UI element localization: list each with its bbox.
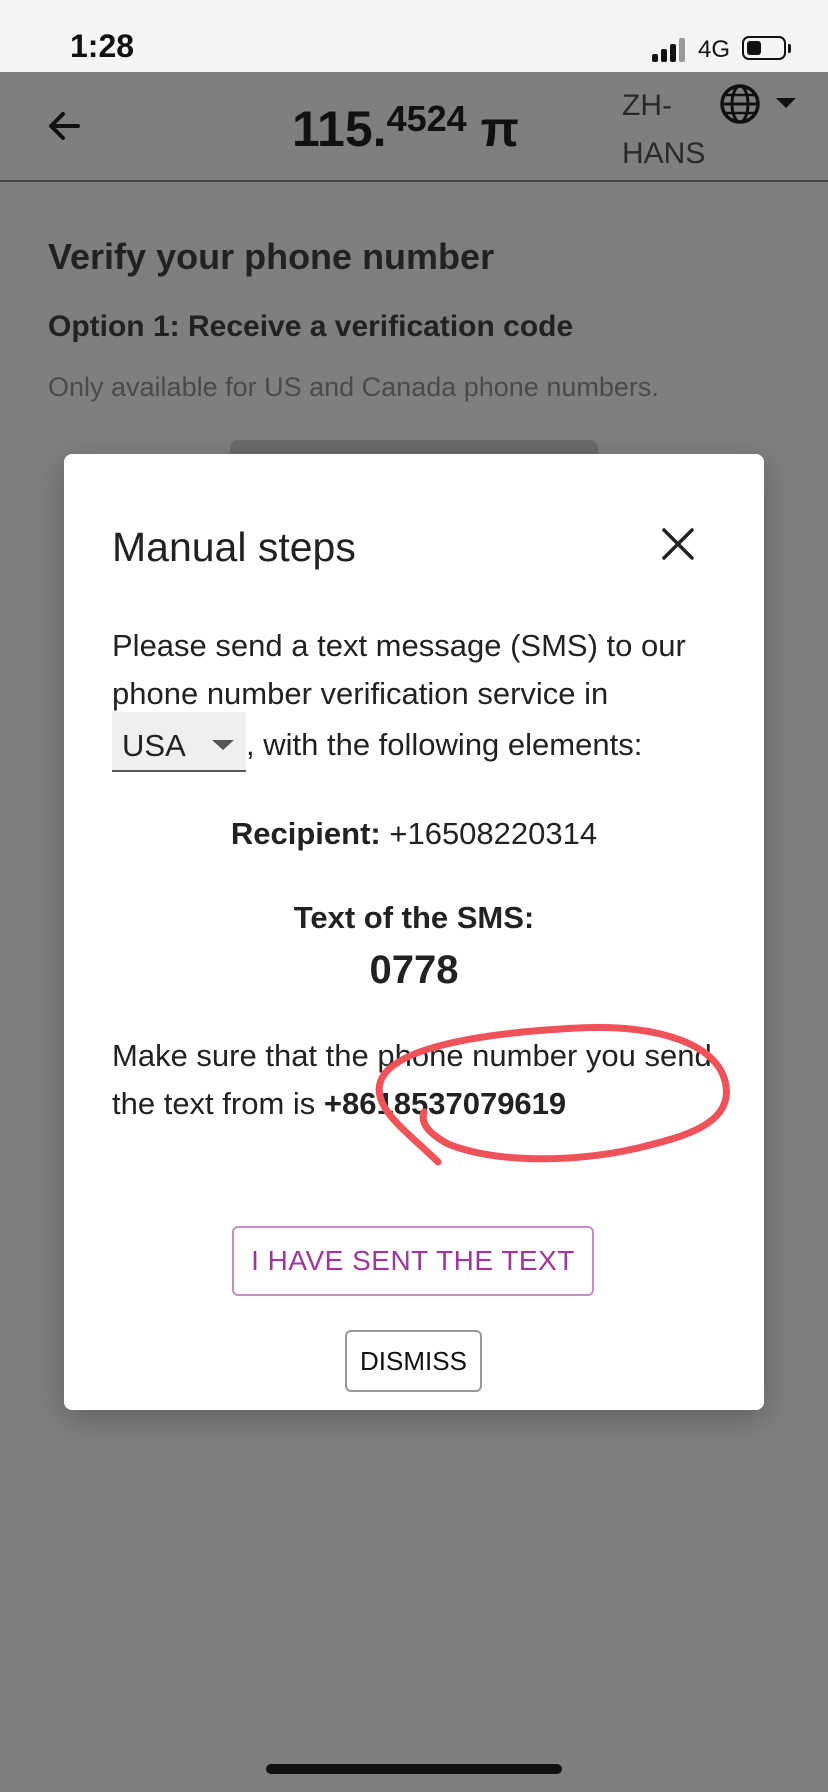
balance-display: 115.4524 π — [292, 98, 519, 157]
option1-note: Only available for US and Canada phone n… — [48, 372, 659, 402]
country-select[interactable]: USA — [112, 712, 246, 772]
dialog-title: Manual steps — [112, 524, 356, 570]
signal-icon — [652, 38, 688, 62]
language-label[interactable]: ZH-HANS — [622, 82, 722, 178]
battery-icon — [742, 36, 786, 60]
instructions-text: Please send a text message (SMS) to our … — [112, 622, 732, 772]
dismiss-button[interactable]: DISMISS — [345, 1330, 482, 1392]
chevron-down-icon — [212, 740, 234, 750]
background-button — [230, 440, 598, 454]
sent-text-button[interactable]: I HAVE SENT THE TEXT — [232, 1226, 594, 1296]
app-header: 115.4524 π ZH-HANS — [0, 72, 828, 182]
home-indicator[interactable] — [266, 1764, 562, 1774]
page-title: Verify your phone number — [48, 236, 495, 277]
close-icon[interactable] — [658, 524, 698, 564]
sms-code: 0778 — [369, 948, 459, 992]
manual-steps-dialog: Manual steps Please send a text message … — [64, 454, 764, 1410]
recipient-line: Recipient: +16508220314 — [230, 816, 598, 851]
globe-icon[interactable] — [718, 82, 762, 126]
red-circle-annotation — [375, 1024, 730, 1166]
sms-text-label: Text of the SMS: — [293, 900, 535, 935]
chevron-down-icon[interactable] — [776, 98, 796, 108]
status-time: 1:28 — [70, 28, 135, 64]
network-label: 4G — [698, 36, 731, 63]
back-arrow-icon[interactable] — [44, 106, 84, 146]
status-bar: 1:28 4G — [0, 0, 828, 72]
option1-title: Option 1: Receive a verification code — [48, 310, 574, 343]
